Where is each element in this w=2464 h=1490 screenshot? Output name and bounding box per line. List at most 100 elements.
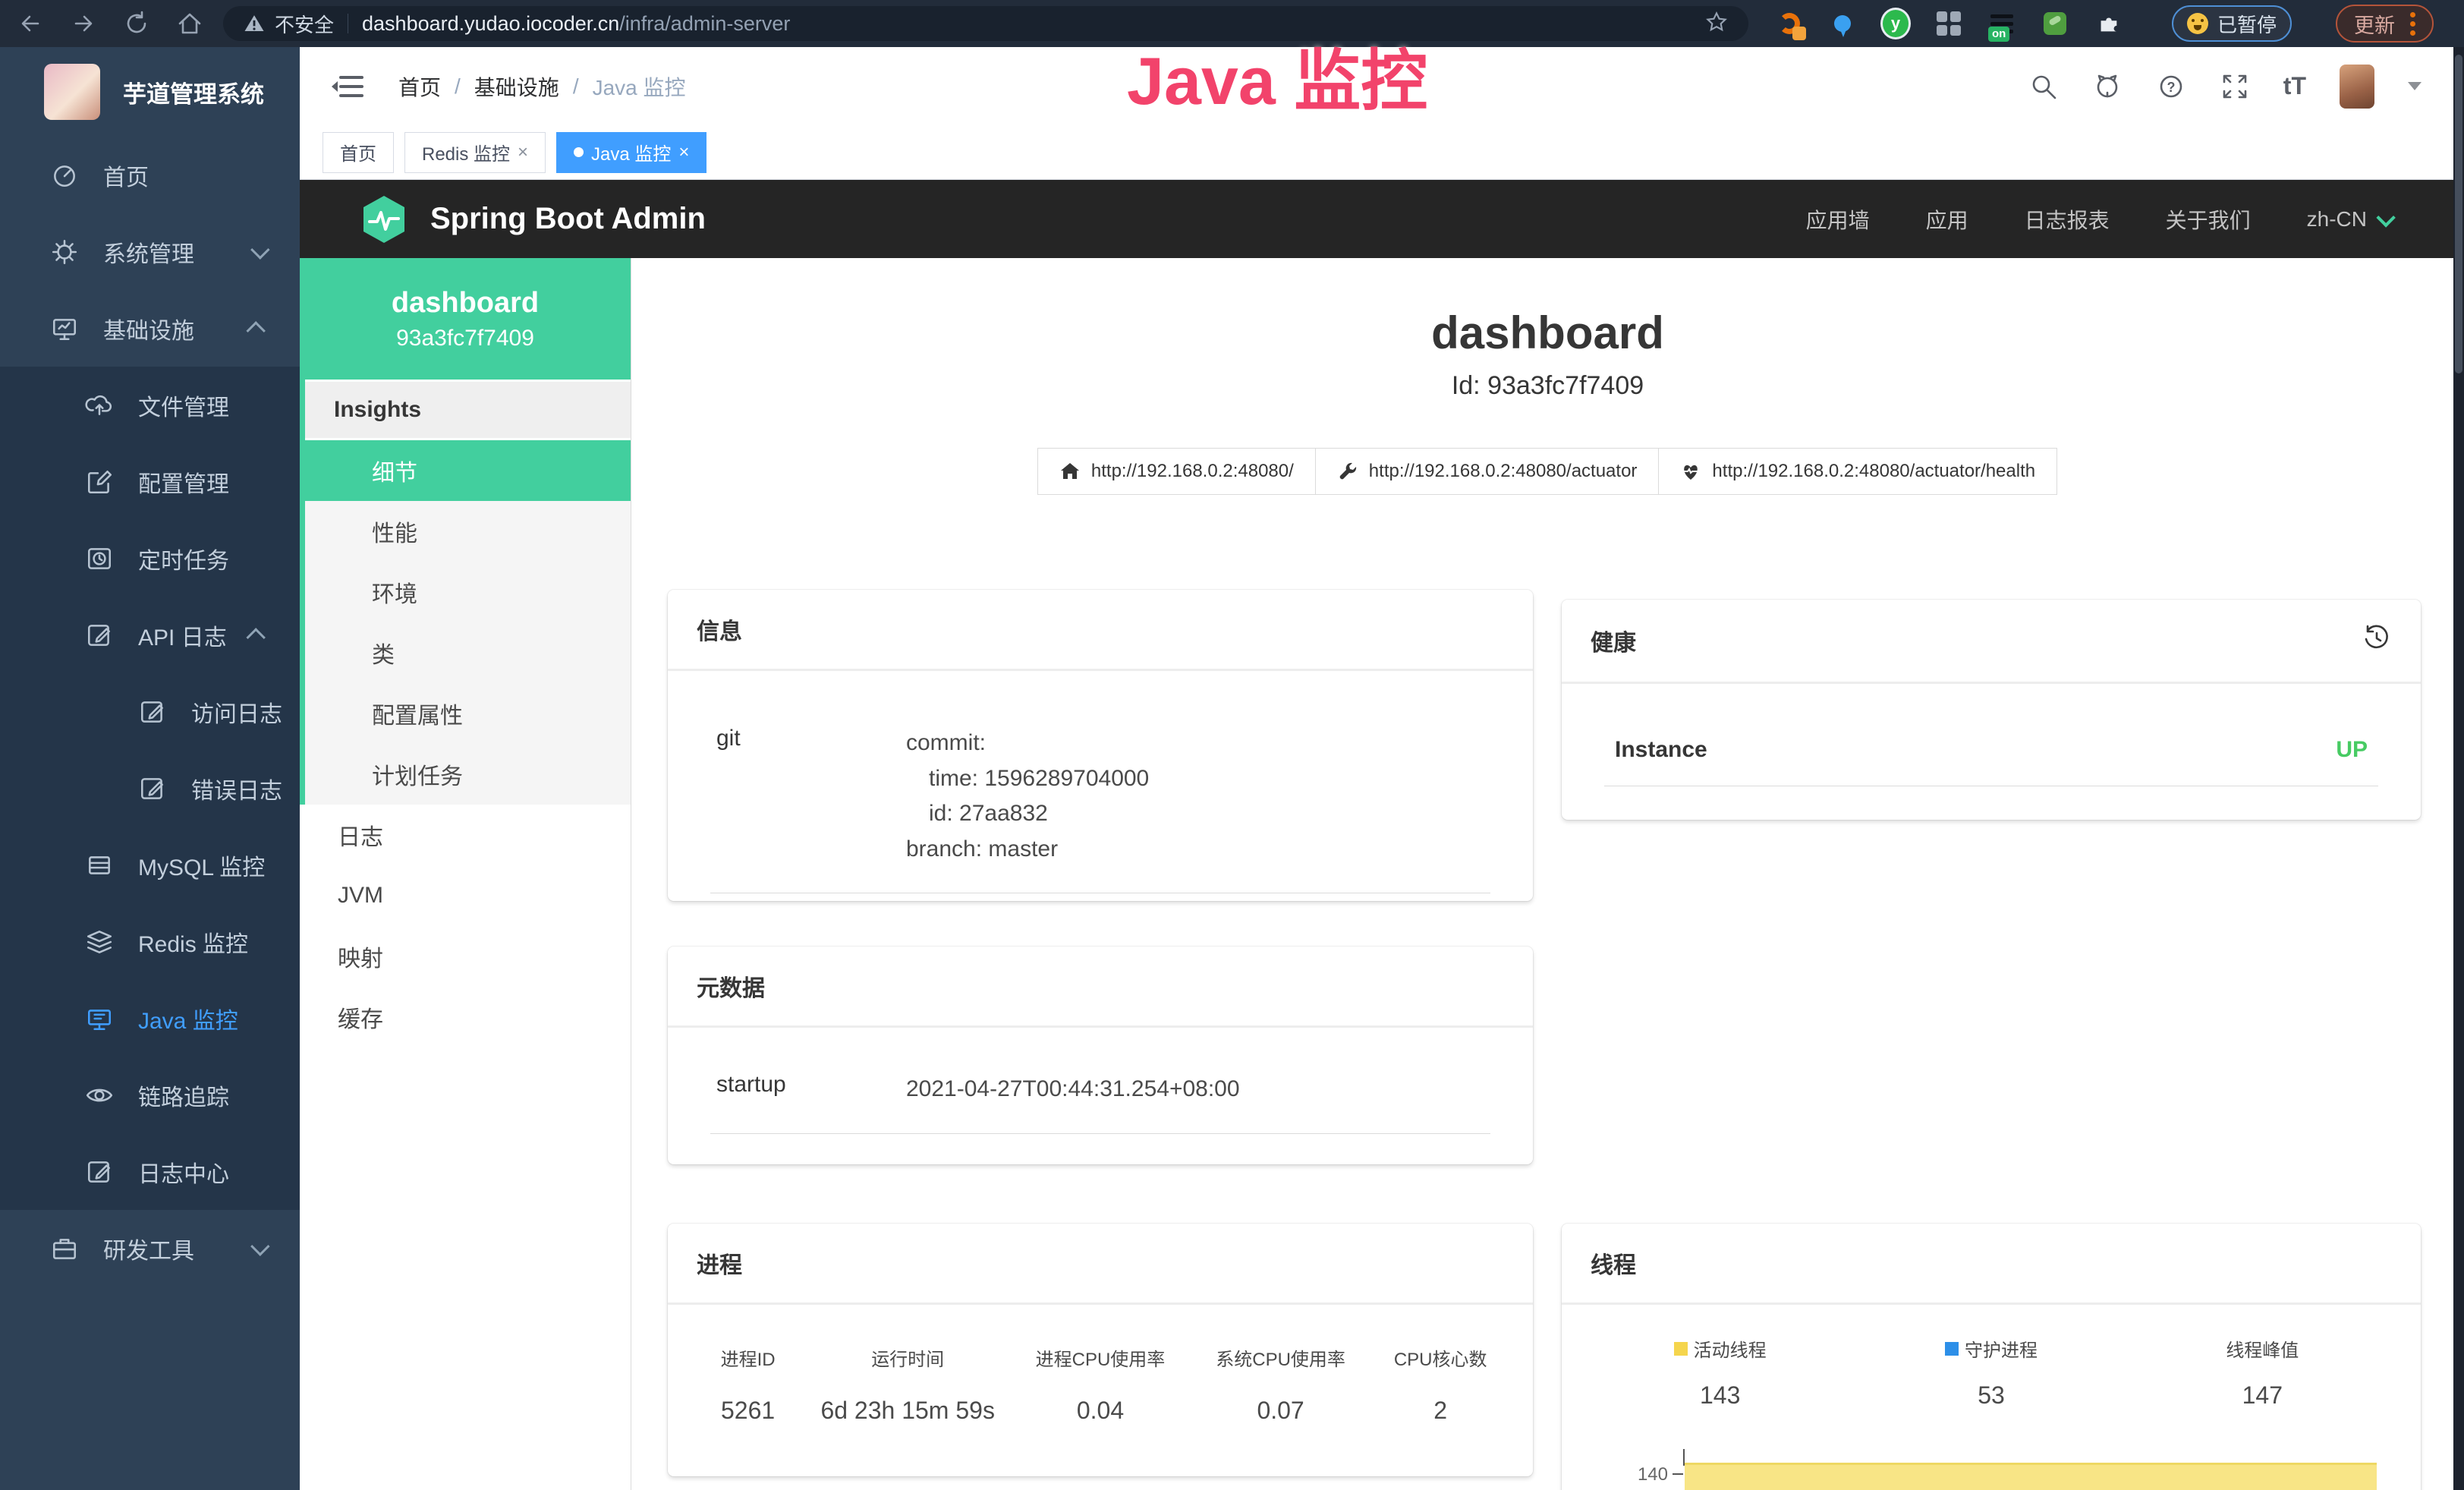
health-card: 健康 Instance UP: [1562, 600, 2421, 820]
sidebar-item-api-logs[interactable]: API 日志: [0, 597, 300, 673]
svg-text:?: ?: [2167, 80, 2175, 95]
sidebar-item-dev-tools[interactable]: 研发工具: [0, 1210, 300, 1287]
help-icon[interactable]: ?: [2156, 71, 2186, 102]
process-col-proc-cpu: 进程CPU使用率: [1010, 1344, 1191, 1371]
not-secure-warning-icon: [243, 12, 266, 35]
home-icon: [1059, 461, 1081, 482]
sba-menu-mappings[interactable]: 映射: [300, 926, 631, 987]
breadcrumb-home[interactable]: 首页: [398, 71, 441, 102]
log-edit-icon: [138, 774, 167, 803]
sidebar-item-home[interactable]: 首页: [0, 137, 300, 213]
text-size-icon[interactable]: tT: [2283, 72, 2306, 100]
user-menu-caret-icon[interactable]: [2408, 82, 2422, 90]
health-url-link[interactable]: http://192.168.0.2:48080/actuator/health: [1658, 448, 2057, 495]
close-icon[interactable]: ×: [678, 142, 689, 163]
sidebar-item-tracing[interactable]: 链路追踪: [0, 1057, 300, 1133]
sba-menu-metrics[interactable]: 性能: [305, 501, 631, 562]
browser-menu-icon[interactable]: [2410, 12, 2415, 36]
github-icon[interactable]: [2092, 71, 2123, 102]
user-avatar[interactable]: [2340, 65, 2374, 109]
sba-locale-select[interactable]: zh-CN: [2307, 207, 2391, 232]
sba-body: dashboard 93a3fc7f7409 Insights 细节 性能 环境…: [300, 258, 2464, 1490]
sidebar-item-scheduled-jobs[interactable]: 定时任务: [0, 520, 300, 597]
sba-nav-about[interactable]: 关于我们: [2166, 204, 2251, 235]
edit-square-icon: [85, 468, 114, 496]
sidebar-item-java-monitor[interactable]: Java 监控: [0, 980, 300, 1057]
sidebar-item-infra[interactable]: 基础设施: [0, 290, 300, 367]
extensions-puzzle-icon[interactable]: [2093, 8, 2123, 39]
scrollbar-thumb[interactable]: [2455, 55, 2462, 373]
profile-paused-badge[interactable]: 已暂停: [2172, 5, 2292, 42]
sba-menu-scheduled-tasks[interactable]: 计划任务: [305, 744, 631, 805]
bookmark-star-icon[interactable]: [1704, 10, 1729, 38]
address-bar[interactable]: 不安全 dashboard.yudao.iocoder.cn/infra/adm…: [223, 6, 1748, 41]
sba-nav-journal[interactable]: 日志报表: [2025, 204, 2110, 235]
instance-id: 93a3fc7f7409: [396, 326, 534, 351]
app-logo-avatar: [44, 64, 100, 120]
security-label[interactable]: 不安全: [275, 10, 334, 38]
sba-menu-caches[interactable]: 缓存: [300, 987, 631, 1047]
extension-leaf-icon[interactable]: [2040, 8, 2070, 39]
threads-legend: 活动线程 143 守护进程 53 线程峰值 147: [1584, 1335, 2398, 1410]
forward-icon[interactable]: [70, 10, 97, 37]
live-threads-value: 143: [1584, 1381, 1855, 1410]
tab-java-monitor[interactable]: Java 监控 ×: [556, 132, 706, 173]
health-card-title: 健康: [1591, 624, 1636, 657]
sidebar-item-config-manage[interactable]: 配置管理: [0, 443, 300, 520]
tab-redis-monitor[interactable]: Redis 监控 ×: [404, 132, 546, 173]
sidebar-item-redis-monitor[interactable]: Redis 监控: [0, 903, 300, 980]
sba-nav-wallboard[interactable]: 应用墙: [1806, 204, 1870, 235]
extension-onetab-icon[interactable]: on: [1987, 8, 2017, 39]
breadcrumb: 首页 / 基础设施 / Java 监控: [398, 71, 686, 102]
chevron-down-icon: [2376, 208, 2395, 227]
process-proc-cpu-value: 0.04: [1010, 1397, 1191, 1425]
process-uptime-value: 6d 23h 15m 59s: [805, 1397, 1010, 1425]
sba-menu-details[interactable]: 细节: [305, 440, 631, 501]
sidebar-item-system[interactable]: 系统管理: [0, 213, 300, 290]
sidebar-item-log-center[interactable]: 日志中心: [0, 1133, 300, 1210]
sidebar-item-mysql-monitor[interactable]: MySQL 监控: [0, 827, 300, 903]
chevron-up-icon: [246, 321, 265, 340]
chevron-down-icon: [250, 240, 269, 259]
reload-icon[interactable]: [123, 10, 150, 37]
sba-menu-jvm[interactable]: JVM: [300, 865, 631, 926]
sba-nav-applications[interactable]: 应用: [1926, 204, 1968, 235]
sba-menu-config-props[interactable]: 配置属性: [305, 683, 631, 744]
extension-orange-icon[interactable]: [1774, 8, 1805, 39]
sidebar-item-error-logs[interactable]: 错误日志: [0, 750, 300, 827]
monitor-icon: [50, 314, 79, 343]
service-url-link[interactable]: http://192.168.0.2:48080/: [1037, 448, 1316, 495]
extension-pin-icon[interactable]: [1827, 8, 1858, 39]
sidebar-item-file-manage[interactable]: 文件管理: [0, 367, 300, 443]
sidebar-item-access-logs[interactable]: 访问日志: [0, 673, 300, 750]
cloud-upload-icon: [85, 391, 114, 420]
close-icon[interactable]: ×: [518, 142, 528, 163]
home-icon[interactable]: [176, 10, 203, 37]
url-text[interactable]: dashboard.yudao.iocoder.cn/infra/admin-s…: [362, 12, 790, 36]
sba-menu-environment[interactable]: 环境: [305, 562, 631, 622]
app-logo-row[interactable]: 芋道管理系统: [0, 47, 300, 137]
breadcrumb-infra[interactable]: 基础设施: [474, 71, 559, 102]
sba-instance-sidebar: dashboard 93a3fc7f7409 Insights 细节 性能 环境…: [300, 258, 631, 1490]
sba-menu-logs[interactable]: 日志: [300, 805, 631, 865]
sba-menu-classes[interactable]: 类: [305, 622, 631, 683]
heartbeat-icon: [1680, 461, 1701, 482]
sba-brand-title[interactable]: Spring Boot Admin: [430, 202, 706, 236]
search-icon[interactable]: [2028, 71, 2059, 102]
chrome-update-button[interactable]: 更新: [2336, 5, 2434, 43]
legend-peak-threads: 线程峰值 147: [2127, 1335, 2398, 1410]
sidebar-fold-icon[interactable]: [330, 73, 363, 100]
actuator-url-link[interactable]: http://192.168.0.2:48080/actuator: [1315, 448, 1660, 495]
instance-header[interactable]: dashboard 93a3fc7f7409: [300, 258, 631, 380]
extension-y-icon[interactable]: y: [1880, 8, 1911, 39]
page-scrollbar[interactable]: [2453, 47, 2464, 1490]
extension-grid-icon[interactable]: [1934, 8, 1964, 39]
tab-home[interactable]: 首页: [323, 132, 394, 173]
back-icon[interactable]: [17, 10, 44, 37]
log-edit-icon: [85, 1158, 114, 1186]
peak-threads-value: 147: [2127, 1381, 2398, 1410]
fullscreen-icon[interactable]: [2220, 71, 2250, 102]
legend-daemon-threads: 守护进程 53: [1855, 1335, 2126, 1410]
history-icon[interactable]: [2362, 622, 2392, 659]
chevron-down-icon: [250, 1236, 269, 1255]
